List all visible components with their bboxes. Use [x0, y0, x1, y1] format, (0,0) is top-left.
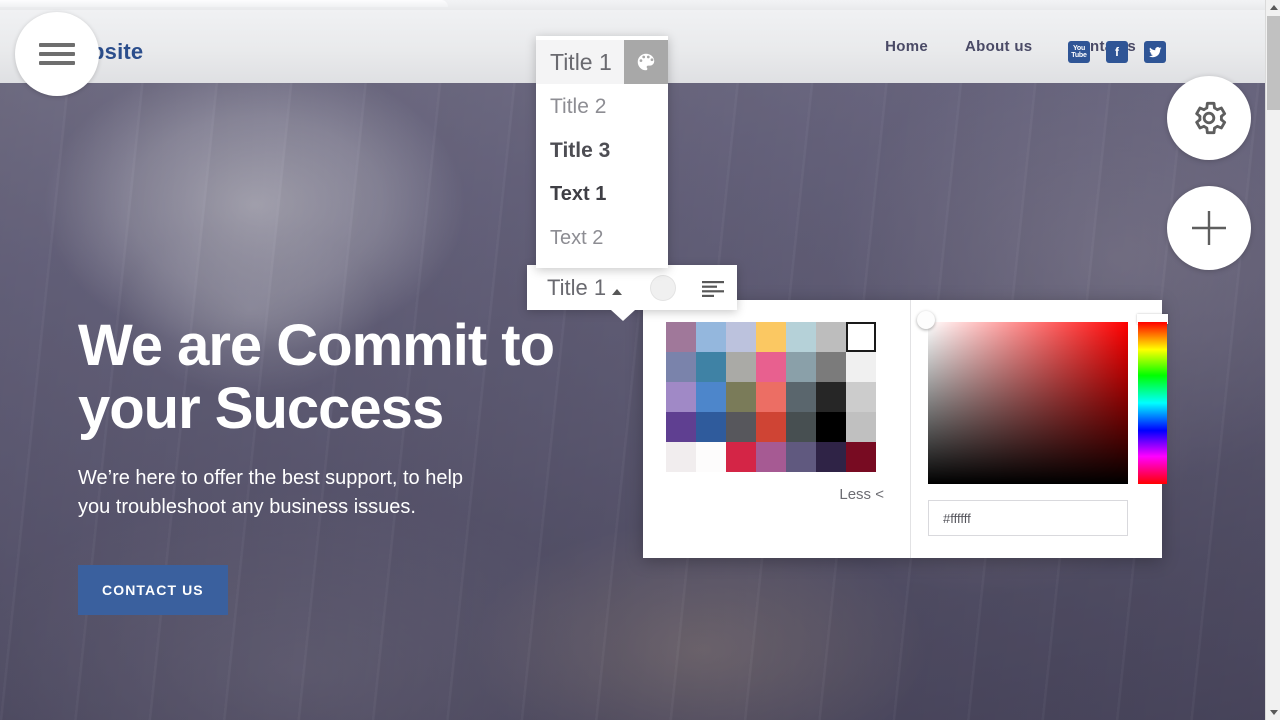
scroll-thumb[interactable] [1267, 16, 1280, 110]
color-swatch[interactable] [696, 442, 726, 472]
color-picker-popover: Less < [643, 300, 1168, 558]
color-swatch[interactable] [696, 322, 726, 352]
color-swatch[interactable] [696, 412, 726, 442]
color-swatch[interactable] [846, 442, 876, 472]
saturation-value-handle[interactable] [917, 311, 935, 329]
style-option-text-1[interactable]: Text 1 [536, 172, 668, 216]
color-swatch[interactable] [846, 382, 876, 412]
style-option-title-1[interactable]: Title 1 [536, 40, 668, 84]
color-picker-swatches-panel: Less < [643, 300, 911, 558]
style-option-label: Text 1 [550, 183, 607, 205]
color-swatch[interactable] [786, 382, 816, 412]
saturation-value-gradient[interactable] [928, 322, 1128, 484]
color-swatch[interactable] [816, 382, 846, 412]
color-swatch[interactable] [786, 352, 816, 382]
color-swatch[interactable] [666, 322, 696, 352]
plus-icon [1192, 211, 1226, 245]
hero-title-line-1: We are Commit to [78, 313, 555, 378]
color-swatch[interactable] [816, 352, 846, 382]
color-swatch[interactable] [786, 322, 816, 352]
gear-icon [1195, 101, 1227, 135]
style-selector-label: Title 1 [547, 274, 607, 300]
color-swatch[interactable] [786, 412, 816, 442]
color-picker-custom-panel [911, 300, 1168, 558]
scroll-down-arrow[interactable] [1266, 705, 1280, 720]
hamburger-bar-1 [39, 43, 75, 47]
style-option-label: Text 2 [550, 227, 604, 249]
style-selector-button[interactable]: Title 1 [527, 274, 623, 301]
color-swatch[interactable] [696, 352, 726, 382]
hero-content: We are Commit to your Success We’re here… [78, 313, 698, 616]
style-option-label: Title 3 [550, 138, 611, 162]
color-swatch[interactable] [726, 442, 756, 472]
style-option-label: Title 2 [550, 94, 607, 118]
text-color-swatch-button[interactable] [650, 274, 677, 301]
style-option-label: Title 1 [550, 48, 612, 75]
color-swatch[interactable] [846, 352, 876, 382]
color-swatch[interactable] [846, 322, 876, 352]
text-style-dropdown: Title 1 Title 2 Title 3 Text 1 Text 2 [536, 36, 668, 268]
color-swatch[interactable] [726, 412, 756, 442]
hex-color-input[interactable] [928, 500, 1128, 536]
color-swatch[interactable] [666, 352, 696, 382]
hue-slider[interactable] [1138, 322, 1167, 484]
inline-text-toolbar: Title 1 [527, 265, 737, 321]
color-swatch[interactable] [726, 322, 756, 352]
caret-up-icon [612, 288, 623, 295]
color-swatch[interactable] [756, 412, 786, 442]
youtube-icon[interactable]: You Tube [1068, 41, 1090, 63]
color-swatch[interactable] [696, 382, 726, 412]
menu-button[interactable] [15, 12, 99, 96]
saturation-value-field[interactable] [917, 311, 1128, 484]
color-swatch[interactable] [756, 352, 786, 382]
hamburger-bar-2 [39, 52, 75, 56]
hamburger-bar-3 [39, 61, 75, 65]
color-swatch[interactable] [816, 322, 846, 352]
browser-top-strip [0, 0, 1280, 10]
color-swatch[interactable] [756, 382, 786, 412]
settings-button[interactable] [1167, 76, 1251, 160]
contact-us-button[interactable]: CONTACT US [78, 565, 228, 616]
palette-icon[interactable] [624, 40, 668, 84]
hero-subtitle[interactable]: We’re here to offer the best support, to… [78, 464, 698, 522]
scroll-up-arrow[interactable] [1266, 0, 1280, 15]
style-option-title-2[interactable]: Title 2 [536, 84, 668, 128]
style-option-text-2[interactable]: Text 2 [536, 216, 668, 260]
hero-title[interactable]: We are Commit to your Success [78, 313, 698, 441]
color-swatch[interactable] [756, 442, 786, 472]
app-root: Website Home About us Contacts You Tube f [0, 0, 1280, 720]
color-swatch[interactable] [846, 412, 876, 442]
add-block-button[interactable] [1167, 186, 1251, 270]
color-swatch[interactable] [726, 382, 756, 412]
color-swatch[interactable] [756, 322, 786, 352]
color-swatch[interactable] [786, 442, 816, 472]
hero-title-line-2: your Success [78, 375, 444, 441]
vertical-scrollbar[interactable] [1265, 0, 1280, 720]
color-swatch[interactable] [816, 442, 846, 472]
style-option-title-3[interactable]: Title 3 [536, 128, 668, 172]
facebook-icon[interactable]: f [1106, 41, 1128, 63]
browser-tab[interactable] [0, 0, 448, 7]
color-swatch[interactable] [666, 382, 696, 412]
color-swatch[interactable] [816, 412, 846, 442]
hero-subtitle-line-1: We’re here to offer the best support, to… [78, 467, 464, 490]
color-swatch-grid [666, 322, 876, 472]
nav-item-about-us[interactable]: About us [965, 38, 1032, 55]
social-links: You Tube f [1068, 41, 1166, 63]
color-swatch[interactable] [726, 352, 756, 382]
nav-item-home[interactable]: Home [885, 38, 928, 55]
color-swatch[interactable] [666, 412, 696, 442]
hero-subtitle-line-2: you troubleshoot any business issues. [78, 496, 416, 519]
color-swatch[interactable] [666, 442, 696, 472]
twitter-icon[interactable] [1144, 41, 1166, 63]
less-toggle-link[interactable]: Less < [839, 486, 884, 503]
align-left-icon [702, 280, 725, 297]
align-left-button[interactable] [700, 278, 726, 298]
